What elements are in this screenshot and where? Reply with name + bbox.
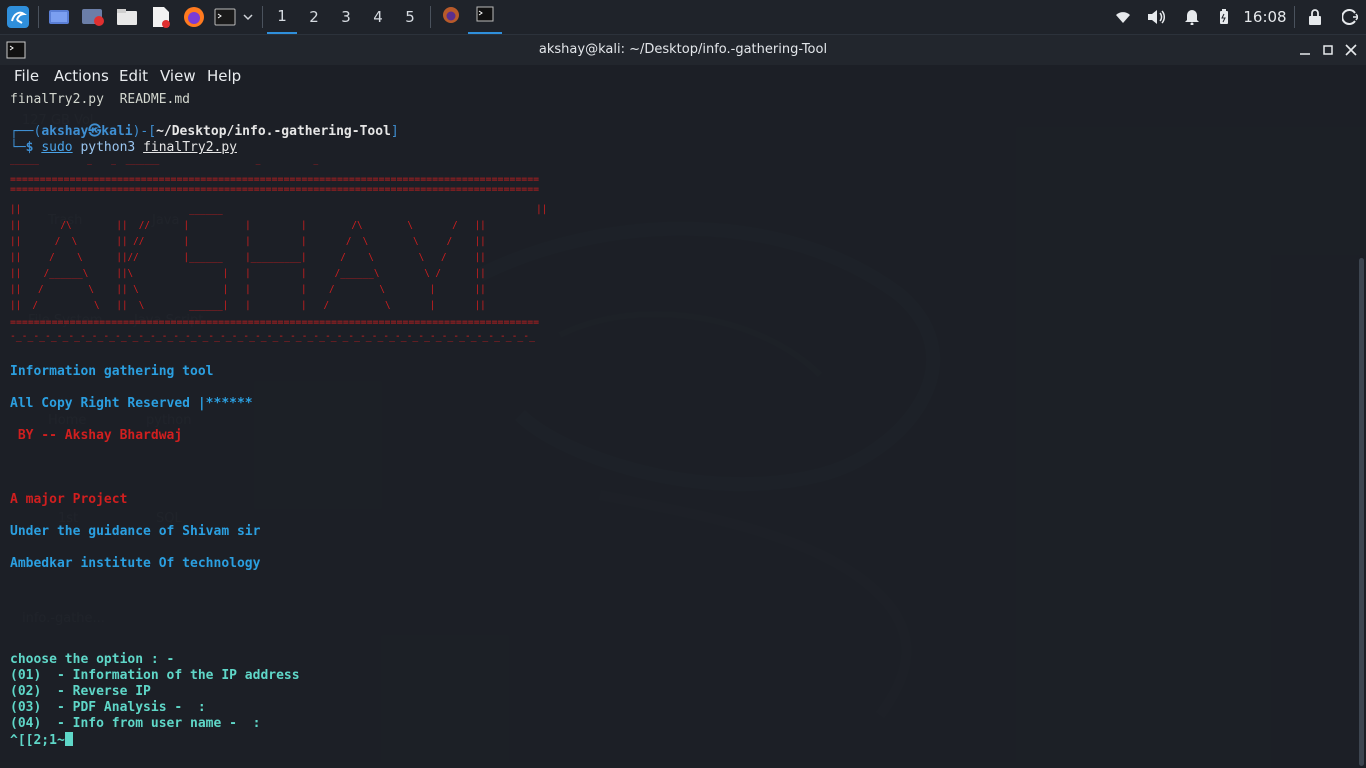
command-argument: finalTry2.py <box>143 140 237 155</box>
input-line[interactable]: ^[[2;1~ <box>10 732 73 749</box>
command-line: └─$ sudo python3 finalTry2.py <box>10 140 237 156</box>
prompt-user: akshay㉿kali <box>41 124 133 139</box>
kali-menu-icon[interactable] <box>4 0 32 34</box>
command-python: python3 <box>72 140 144 155</box>
banner-line: ========================================… <box>10 317 540 328</box>
prompt-frame: ┌──( <box>10 124 42 139</box>
terminal-icon <box>476 6 494 26</box>
close-button[interactable] <box>1342 41 1360 59</box>
prompt-frame: └─ <box>10 140 26 155</box>
panel-separator <box>430 6 431 28</box>
files-icon[interactable] <box>114 0 140 34</box>
banner-line: || /\ || // | | | /\ \ / || <box>10 220 486 231</box>
panel-separator <box>1294 6 1295 28</box>
window-title: akshay@kali: ~/Desktop/info.-gathering-T… <box>538 42 828 57</box>
chevron-down-icon[interactable] <box>240 0 256 34</box>
workspace-4-button[interactable]: 4 <box>363 0 393 34</box>
window-titlebar[interactable]: akshay@kali: ~/Desktop/info.-gathering-T… <box>0 35 1366 65</box>
text-cursor <box>64 732 73 746</box>
option-item: (02) - Reverse IP <box>10 684 151 699</box>
menu-view[interactable]: View <box>160 67 196 85</box>
input-text: ^[[2;1~ <box>10 733 65 748</box>
menu-file[interactable]: File <box>14 67 39 85</box>
vertical-scrollbar[interactable] <box>1359 258 1364 766</box>
guidance-text: Under the guidance of Shivam sir <box>10 524 261 539</box>
workspace-1-button[interactable]: 1 <box>267 0 297 34</box>
option-item: (03) - PDF Analysis - : <box>10 700 206 715</box>
wifi-icon[interactable] <box>1112 0 1134 34</box>
banner-line: ========================================… <box>10 184 540 195</box>
workspace-2-button[interactable]: 2 <box>299 0 329 34</box>
terminal-output[interactable]: finalTry2.py README.md ┌──(akshay㉿kali)-… <box>0 92 1366 768</box>
firefox-task-button[interactable] <box>436 0 466 34</box>
firefox-icon[interactable] <box>180 0 208 34</box>
command-sudo: sudo <box>41 140 73 155</box>
choose-option-text: choose the option : - <box>10 652 175 667</box>
banner-line: || / \ || \ | | | / \ | || <box>10 284 486 295</box>
lock-icon[interactable] <box>1304 0 1326 34</box>
workspace-5-button[interactable]: 5 <box>395 0 425 34</box>
info-tool-text: Information gathering tool <box>10 364 214 379</box>
screenshot-icon[interactable] <box>80 0 106 34</box>
author-text: BY -- Akshay Bhardwaj <box>10 428 183 443</box>
banner-line: || / \ || // | | | / \ \ / || <box>10 236 486 247</box>
maximize-button[interactable] <box>1319 41 1337 59</box>
terminal-window: akshay@kali: ~/Desktop/info.-gathering-T… <box>0 35 1366 768</box>
clock[interactable]: 16:08 <box>1240 0 1290 34</box>
option-item: (04) - Info from user name - : <box>10 716 261 731</box>
banner-line: || / \ || \ ______| | | / \ | || <box>10 300 486 311</box>
institute-text: Ambedkar institute Of technology <box>10 556 261 571</box>
menu-bar <box>0 65 1366 93</box>
prompt-frame: )-[ <box>132 124 157 139</box>
desktop-icon[interactable] <box>46 0 72 34</box>
text-editor-icon[interactable] <box>148 0 174 34</box>
project-text: A major Project <box>10 492 128 507</box>
panel-separator <box>38 6 39 28</box>
prompt-dollar: $ <box>25 140 42 155</box>
ls-output: finalTry2.py README.md <box>10 92 191 107</box>
minimize-button[interactable] <box>1296 41 1314 59</box>
banner-line: || /______\ ||\ | | | /______\ \ / || <box>10 268 486 279</box>
banner-line: || ______ || <box>10 204 548 215</box>
copyright-text: All Copy Right Reserved |****** <box>10 396 253 411</box>
workspace-3-button[interactable]: 3 <box>331 0 361 34</box>
prompt-path: ~/Desktop/info.-gathering-Tool <box>156 124 391 139</box>
power-icon[interactable] <box>1338 0 1362 34</box>
volume-icon[interactable] <box>1146 0 1168 34</box>
option-item: (01) - Information of the IP address <box>10 668 300 683</box>
menu-actions[interactable]: Actions <box>54 67 109 85</box>
firefox-icon <box>442 6 460 28</box>
prompt-frame: ] <box>390 124 399 139</box>
battery-icon[interactable] <box>1216 0 1232 34</box>
terminal-task-button[interactable] <box>468 0 502 34</box>
prompt-line: ┌──(akshay㉿kali)-[~/Desktop/info.-gather… <box>10 124 399 140</box>
banner-line: ______ _ _ _______ _ _ <box>10 156 319 165</box>
terminal-icon[interactable] <box>212 0 238 34</box>
bell-icon[interactable] <box>1182 0 1202 34</box>
menu-help[interactable]: Help <box>207 67 241 85</box>
menu-edit[interactable]: Edit <box>119 67 148 85</box>
banner-line: || / \ ||// |______ |_________| / \ \ / … <box>10 252 486 263</box>
top-panel: 1 2 3 4 5 16:08 <box>0 0 1366 35</box>
panel-separator <box>262 6 263 28</box>
banner-line: -_-_-_-_-_-_-_-_-_-_-_-_-_-_-_-_-_-_-_-_… <box>10 331 535 342</box>
